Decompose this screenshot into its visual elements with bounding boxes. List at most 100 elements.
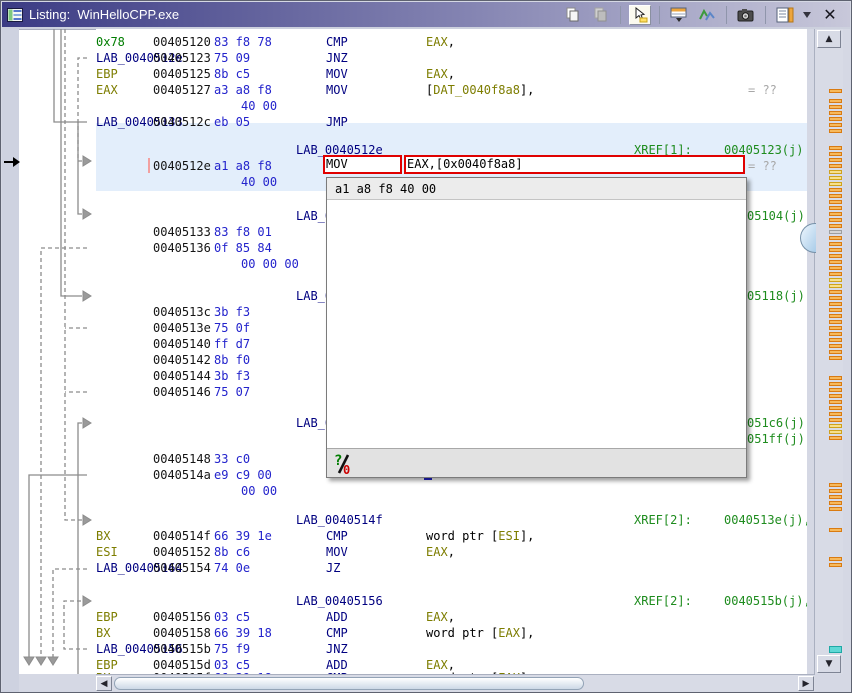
xref-fragment[interactable]: 05104(j), 0	[747, 208, 807, 224]
bytes[interactable]: 66 39 1e	[214, 528, 272, 544]
listing-row[interactable]: 0040515b75 f9JNZLAB_00405156	[96, 641, 807, 657]
mnemonic[interactable]: MOV	[326, 66, 348, 82]
nav-marker[interactable]	[829, 188, 842, 192]
nav-marker[interactable]	[829, 528, 842, 532]
scroll-right-button[interactable]: ▶	[798, 676, 814, 691]
operand[interactable]: EAX	[426, 610, 448, 624]
nav-marker[interactable]	[829, 242, 842, 246]
mnemonic[interactable]: CMP	[326, 625, 348, 641]
nav-marker[interactable]	[829, 266, 842, 270]
patch-arrows-icon[interactable]	[696, 5, 718, 25]
operand[interactable]: EAX	[498, 626, 520, 640]
address[interactable]: 00405127	[153, 82, 211, 98]
edit-fields-icon[interactable]	[668, 5, 690, 25]
nav-marker[interactable]	[829, 646, 842, 653]
operand[interactable]: EBP	[96, 67, 118, 81]
bytes[interactable]: 03 c5	[214, 609, 250, 625]
nav-marker[interactable]	[829, 394, 842, 398]
mnemonic[interactable]: CMP	[326, 34, 348, 50]
nav-marker[interactable]	[829, 320, 842, 324]
address[interactable]: 00405158	[153, 625, 211, 641]
nav-marker[interactable]	[829, 105, 842, 109]
nav-marker[interactable]	[829, 557, 842, 561]
operand[interactable]: 0x78	[96, 35, 125, 49]
nav-marker[interactable]	[829, 563, 842, 567]
listing-row[interactable]: LAB_00405156XREF[2]:0040515b(j), 0	[96, 593, 807, 609]
operand[interactable]: ,	[448, 545, 455, 559]
nav-marker[interactable]	[829, 254, 842, 258]
nav-marker[interactable]	[829, 436, 842, 440]
label[interactable]: LAB_0040514f	[296, 512, 383, 528]
value-placeholder[interactable]: = ??	[748, 158, 777, 174]
bytes[interactable]: 33 c0	[214, 451, 250, 467]
listing-row[interactable]: LAB_0040514fXREF[2]:0040513e(j), 0	[96, 512, 807, 528]
xref-label[interactable]: XREF[2]:	[634, 593, 692, 609]
nav-marker[interactable]	[829, 290, 842, 294]
nav-marker[interactable]	[829, 123, 842, 127]
listing-row[interactable]: 0040515866 39 18CMPBXword ptr [EAX],	[96, 625, 807, 641]
listing-row[interactable]: 0040512ceb 05JMPLAB_00405133	[96, 114, 807, 130]
operand[interactable]: EAX,	[426, 66, 455, 82]
address[interactable]: 0040513c	[153, 304, 211, 320]
nav-marker[interactable]	[829, 350, 842, 354]
operand[interactable]: EAX	[96, 83, 118, 97]
bytes[interactable]: 0f 85 84	[214, 240, 272, 256]
nav-marker[interactable]	[829, 278, 842, 282]
operand[interactable]: EBP	[96, 610, 118, 624]
xref-addresses[interactable]: 0040513e(j), 0	[724, 512, 807, 528]
mnemonic[interactable]: JNZ	[326, 50, 348, 66]
nav-marker[interactable]	[829, 376, 842, 380]
mnemonic[interactable]: JMP	[326, 114, 348, 130]
nav-marker[interactable]	[829, 129, 842, 133]
nav-marker[interactable]	[829, 146, 842, 150]
paste-icon[interactable]	[590, 5, 612, 25]
listing-row[interactable]: 0040515603 c5ADDEBPEAX,	[96, 609, 807, 625]
operand[interactable]: BX	[96, 529, 110, 543]
nav-marker[interactable]	[829, 170, 842, 174]
byte-preview[interactable]: a1 a8 f8 40 00	[327, 178, 746, 200]
operand[interactable]: ],	[520, 529, 534, 543]
copy-icon[interactable]	[562, 5, 584, 25]
address[interactable]: 00405154	[153, 560, 211, 576]
mnemonic[interactable]: MOV	[326, 544, 348, 560]
bytes[interactable]: e9 c9 00	[214, 467, 272, 483]
operand[interactable]: EAX	[426, 35, 448, 49]
bytes[interactable]: 8b c6	[214, 544, 250, 560]
listing-row[interactable]: 0040515474 0eJZLAB_00405164	[96, 560, 807, 576]
address[interactable]: 0040513e	[153, 320, 211, 336]
mnemonic[interactable]: CMP	[326, 528, 348, 544]
bytes[interactable]: 83 f8 01	[214, 224, 272, 240]
nav-marker[interactable]	[829, 489, 842, 493]
scroll-up-button[interactable]: ▲	[817, 30, 841, 48]
nav-marker[interactable]	[829, 272, 842, 276]
vertical-scrollbar[interactable]: ▲ ▼	[814, 29, 843, 674]
address[interactable]: 00405146	[153, 384, 211, 400]
operand[interactable]: EAX,	[426, 609, 455, 625]
patch-operand-field[interactable]: EAX,[0x0040f8a8]	[404, 155, 745, 174]
nav-marker[interactable]	[829, 430, 842, 434]
bytes-wrap[interactable]: 00 00	[241, 483, 277, 499]
nav-marker[interactable]	[829, 418, 842, 422]
operand[interactable]: word ptr [EAX],	[426, 625, 534, 641]
nav-marker[interactable]	[829, 495, 842, 499]
titlebar[interactable]: Listing: WinHelloCPP.exe	[2, 2, 850, 27]
bytes[interactable]: 75 0f	[214, 320, 250, 336]
assembler-popup[interactable]: a1 a8 f8 40 00 ? 0	[326, 177, 747, 478]
panel-options-icon[interactable]	[774, 5, 796, 25]
operand[interactable]: ],	[520, 626, 534, 640]
nav-marker[interactable]	[829, 158, 842, 162]
operand[interactable]: word ptr [	[426, 626, 498, 640]
xref-fragment[interactable]: 051ff(j)	[747, 431, 805, 447]
listing-row[interactable]: 00 00	[96, 483, 807, 499]
nav-marker[interactable]	[829, 382, 842, 386]
nav-marker[interactable]	[829, 338, 842, 342]
nav-marker[interactable]	[829, 152, 842, 156]
address[interactable]: 00405136	[153, 240, 211, 256]
label[interactable]: LAB_00405156	[296, 593, 383, 609]
listing-row[interactable]: 004051528b c6MOVESIEAX,	[96, 544, 807, 560]
bytes[interactable]: 83 f8 78	[214, 34, 272, 50]
bytes[interactable]: 8b f0	[214, 352, 250, 368]
nav-marker[interactable]	[829, 424, 842, 428]
nav-marker[interactable]	[829, 332, 842, 336]
operand[interactable]: BX	[96, 626, 110, 640]
